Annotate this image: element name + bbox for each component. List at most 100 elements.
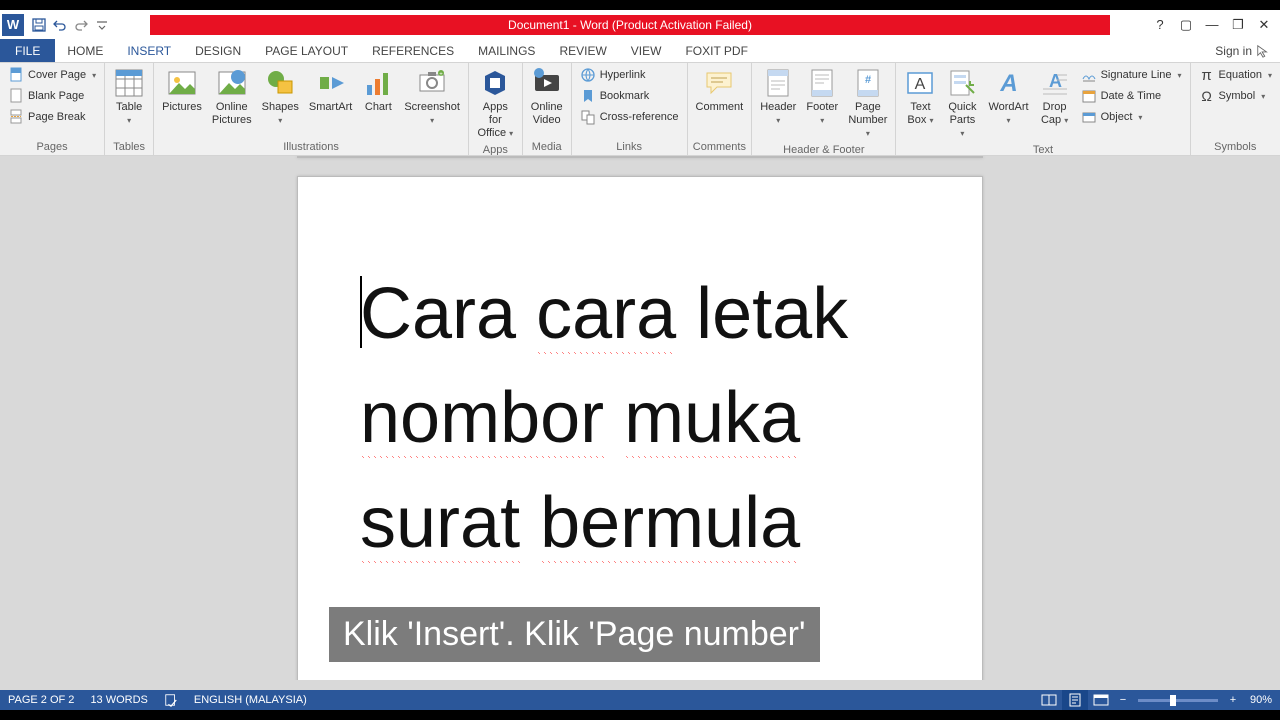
cursor-icon [1256,44,1270,58]
tab-mailings[interactable]: MAILINGS [466,39,547,62]
signature-line-button[interactable]: Signature Line▾ [1078,65,1185,85]
tab-home[interactable]: HOME [55,39,115,62]
svg-text:A: A [1049,71,1062,91]
svg-text:A: A [999,70,1017,97]
view-print-layout[interactable] [1062,690,1088,710]
document-area[interactable]: Cara cara letak nombor muka surat bermul… [0,156,1280,680]
tab-foxit-pdf[interactable]: FOXIT PDF [673,39,759,62]
help-button[interactable]: ? [1148,13,1172,37]
view-web-layout[interactable] [1088,690,1114,710]
status-proofing[interactable] [156,690,186,710]
qat-save-button[interactable] [29,14,49,36]
page-number-icon: # [852,67,884,99]
ribbon-group-apps: Apps forOffice ▾ Apps [469,63,523,155]
header-icon [762,67,794,99]
footer-button[interactable]: Footer▾ [801,65,843,129]
comment-button[interactable]: Comment [691,65,749,116]
sign-in-link[interactable]: Sign in [1205,39,1280,62]
zoom-out-button[interactable]: − [1114,694,1132,706]
cross-reference-button[interactable]: Cross-reference [577,107,682,127]
drop-cap-button[interactable]: A DropCap ▾ [1034,65,1076,129]
ribbon-group-header-footer: Header▾ Footer▾ # PageNumber ▾ Header & … [752,63,896,155]
tab-page-layout[interactable]: PAGE LAYOUT [253,39,360,62]
online-pictures-button[interactable]: OnlinePictures [207,65,257,129]
minimize-button[interactable]: — [1200,13,1224,37]
group-label-symbols: Symbols [1194,140,1277,155]
blank-page-button[interactable]: Blank Page [5,86,99,106]
svg-text:+: + [439,72,443,78]
zoom-slider[interactable] [1138,699,1218,702]
ribbon-display-button[interactable]: ▢ [1174,13,1198,37]
wordart-icon: A [993,67,1025,99]
cover-page-button[interactable]: Cover Page▾ [5,65,99,85]
svg-text:A: A [915,76,926,93]
bookmark-button[interactable]: Bookmark [577,86,682,106]
view-read-mode[interactable] [1036,690,1062,710]
page-break-button[interactable]: Page Break [5,107,99,127]
cover-page-icon [8,67,24,83]
tab-view[interactable]: VIEW [619,39,674,62]
activation-failed-bar: Document1 - Word (Product Activation Fai… [150,15,1110,35]
table-icon [113,67,145,99]
quick-parts-icon [946,67,978,99]
video-icon [531,67,563,99]
text-box-button[interactable]: A TextBox ▾ [899,65,941,129]
web-layout-icon [1093,693,1109,707]
date-time-button[interactable]: Date & Time [1078,86,1185,106]
online-pictures-icon [216,67,248,99]
tab-design[interactable]: DESIGN [183,39,253,62]
status-language[interactable]: ENGLISH (MALAYSIA) [186,690,315,710]
equation-button[interactable]: π Equation▾ [1196,65,1275,85]
video-letterbox-bottom [0,710,1280,720]
print-layout-icon [1067,693,1083,707]
tab-file[interactable]: FILE [0,39,55,62]
page-2[interactable]: Cara cara letak nombor muka surat bermul… [297,176,983,680]
ribbon-group-text: A TextBox ▾ QuickParts ▾ A WordArt▾ A Dr… [896,63,1190,155]
group-label-comments: Comments [691,140,749,155]
bookmark-icon [580,88,596,104]
chart-button[interactable]: Chart [357,65,399,116]
tab-insert[interactable]: INSERT [115,39,183,62]
group-label-text: Text [899,143,1186,156]
shapes-icon [264,67,296,99]
redo-icon [73,17,89,33]
apps-icon [479,67,511,99]
restore-button[interactable]: ❐ [1226,13,1250,37]
group-label-apps: Apps [472,143,519,156]
status-page[interactable]: PAGE 2 OF 2 [0,690,82,710]
smartart-button[interactable]: SmartArt [304,65,357,116]
qat-customize-button[interactable] [92,14,112,36]
qat-redo-button[interactable] [71,14,91,36]
date-time-icon [1081,88,1097,104]
quick-parts-button[interactable]: QuickParts ▾ [941,65,983,143]
zoom-slider-thumb[interactable] [1170,695,1176,706]
screenshot-icon: + [416,67,448,99]
apps-for-office-button[interactable]: Apps forOffice ▾ [472,65,519,143]
zoom-level[interactable]: 90% [1242,690,1280,710]
online-video-button[interactable]: OnlineVideo [526,65,568,129]
wordart-button[interactable]: A WordArt▾ [983,65,1033,129]
object-button[interactable]: Object▾ [1078,107,1185,127]
window-controls: ? ▢ — ❐ ✕ [1148,13,1280,37]
tab-review[interactable]: REVIEW [547,39,618,62]
close-button[interactable]: ✕ [1252,13,1276,37]
zoom-in-button[interactable]: + [1224,694,1242,706]
hyperlink-button[interactable]: Hyperlink [577,65,682,85]
status-words[interactable]: 13 WORDS [82,690,155,710]
page-number-button[interactable]: # PageNumber ▾ [843,65,892,143]
object-icon [1081,109,1097,125]
symbol-button[interactable]: Ω Symbol▾ [1196,86,1275,106]
screenshot-button[interactable]: + Screenshot▾ [399,65,465,129]
read-mode-icon [1041,693,1057,707]
ribbon: Cover Page▾ Blank Page Page Break Pages … [0,63,1280,156]
tab-references[interactable]: REFERENCES [360,39,466,62]
qat-undo-button[interactable] [50,14,70,36]
table-button[interactable]: Table▾ [108,65,150,129]
page-1-bottom[interactable] [297,156,983,158]
ribbon-group-tables: Table▾ Tables [105,63,154,155]
header-button[interactable]: Header▾ [755,65,801,129]
drop-cap-icon: A [1039,67,1071,99]
pictures-button[interactable]: Pictures [157,65,207,116]
document-body-text[interactable]: Cara cara letak nombor muka surat bermul… [360,262,922,575]
shapes-button[interactable]: Shapes▾ [257,65,304,129]
